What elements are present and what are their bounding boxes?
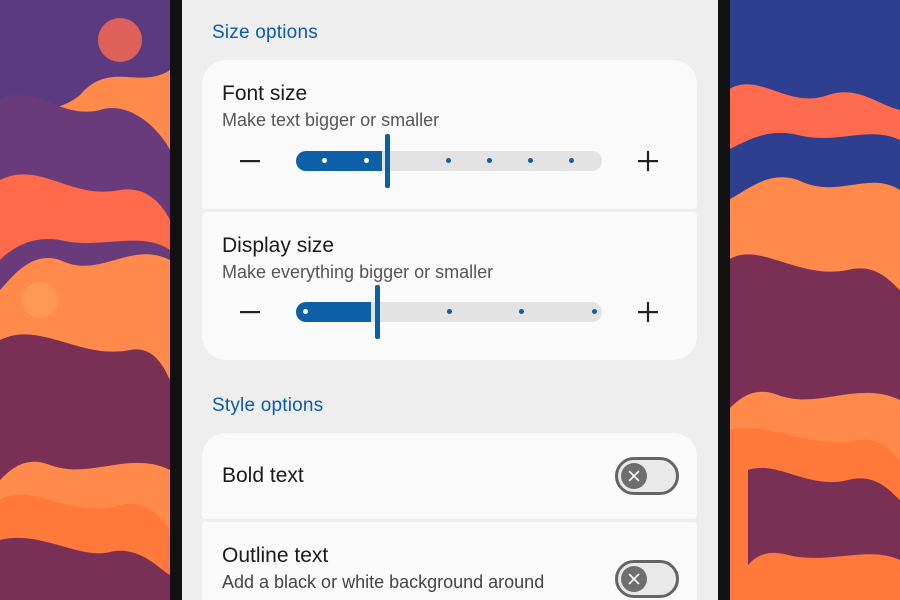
display-size-subtitle: Make everything bigger or smaller [222, 262, 494, 282]
outline-text-title: Outline text [222, 544, 329, 567]
plus-icon [638, 302, 658, 322]
font-size-tick [487, 158, 492, 163]
display-size-slider-row [202, 285, 697, 339]
font-size-slider-row [202, 134, 697, 188]
size-options-header: Size options [212, 22, 318, 43]
font-size-increase-button[interactable] [628, 134, 668, 188]
bold-text-row[interactable]: Bold text [202, 433, 697, 519]
outline-text-toggle[interactable] [615, 560, 679, 598]
display-size-title: Display size [222, 234, 335, 257]
display-size-tick [519, 309, 524, 314]
font-size-decrease-button[interactable] [230, 134, 270, 188]
font-size-title: Font size [222, 82, 308, 105]
outline-text-row[interactable]: Outline text Add a black or white backgr… [202, 522, 697, 600]
font-size-subtitle: Make text bigger or smaller [222, 110, 440, 130]
display-size-tick [303, 309, 308, 314]
font-size-tick [446, 158, 451, 163]
settings-screen: Size options Font size Make text bigger … [182, 0, 718, 600]
font-size-tick [364, 158, 369, 163]
display-size-increase-button[interactable] [628, 285, 668, 339]
font-size-tick [322, 158, 327, 163]
wallpaper-left [0, 0, 170, 600]
font-size-tick [528, 158, 533, 163]
style-options-header: Style options [212, 395, 324, 416]
font-size-tick [569, 158, 574, 163]
wallpaper-right [728, 0, 900, 600]
toggle-knob [621, 463, 647, 489]
outline-text-subtitle: Add a black or white background around [222, 572, 545, 592]
display-size-card: Display size Make everything bigger or s… [202, 212, 697, 360]
minus-icon [240, 311, 260, 314]
close-icon [628, 573, 640, 585]
font-size-slider-fill [296, 151, 382, 171]
minus-icon [240, 160, 260, 163]
display-size-tick [592, 309, 597, 314]
close-icon [628, 470, 640, 482]
display-size-tick [447, 309, 452, 314]
phone-bezel-right [716, 0, 730, 600]
bold-text-toggle[interactable] [615, 457, 679, 495]
display-size-slider-thumb[interactable] [375, 285, 380, 339]
bold-text-title: Bold text [222, 464, 304, 487]
toggle-knob [621, 566, 647, 592]
plus-icon [638, 151, 658, 171]
display-size-decrease-button[interactable] [230, 285, 270, 339]
font-size-card: Font size Make text bigger or smaller [202, 60, 697, 209]
font-size-slider-thumb[interactable] [385, 134, 390, 188]
